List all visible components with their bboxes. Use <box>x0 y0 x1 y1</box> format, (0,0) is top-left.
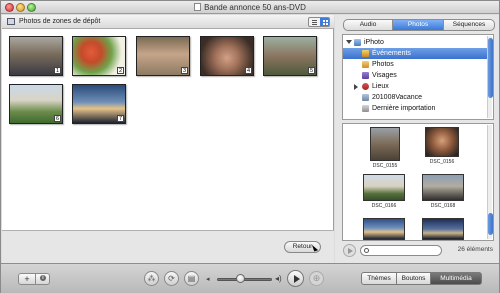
source-item-label: Événements <box>372 50 411 57</box>
drop-zone-photo[interactable]: 2 <box>72 36 126 76</box>
media-label: DSC_0166 <box>371 203 397 209</box>
drop-zone-photo[interactable]: 4 <box>200 36 254 76</box>
tab-themes[interactable]: Thèmes <box>361 272 397 285</box>
source-item-event[interactable]: 201008Vacance <box>343 92 489 103</box>
source-item-photos[interactable]: Photos <box>343 59 489 70</box>
drop-zone-photo[interactable]: 1 <box>9 36 63 76</box>
last-import-icon <box>362 105 369 112</box>
drop-zone-number: 7 <box>117 115 124 122</box>
drop-zone-photo[interactable]: 5 <box>263 36 317 76</box>
tab-buttons[interactable]: Boutons <box>396 272 431 285</box>
preview-play-button[interactable] <box>343 244 356 257</box>
source-item-events[interactable]: Événements <box>343 48 489 59</box>
media-thumbnail[interactable] <box>363 218 405 240</box>
places-icon <box>362 83 369 90</box>
media-thumbnail[interactable] <box>422 174 464 201</box>
source-item-label: Lieux <box>372 83 389 90</box>
window-title: Bande annonce 50 ans-DVD <box>204 3 306 12</box>
info-button[interactable] <box>35 273 50 285</box>
source-item-last-import[interactable]: Dernière importation <box>343 103 489 114</box>
event-icon <box>362 94 369 101</box>
media-label: DSC_0156 <box>429 159 455 165</box>
view-toggle[interactable] <box>308 17 330 27</box>
disclosure-triangle-icon[interactable] <box>354 84 358 90</box>
photos-icon <box>362 61 369 68</box>
media-thumbnail[interactable] <box>363 174 405 201</box>
media-label: DSC_0155 <box>372 163 398 169</box>
grid-view-icon[interactable] <box>320 18 329 26</box>
volume-low-icon: ◂ <box>206 276 210 283</box>
media-thumbnail[interactable] <box>422 218 464 240</box>
volume-slider-knob[interactable] <box>236 274 245 283</box>
media-icon[interactable]: ▤ <box>184 271 199 286</box>
volume-high-icon: ◂) <box>275 274 282 283</box>
window-title-area: Bande annonce 50 ans-DVD <box>1 3 499 12</box>
search-icon <box>364 248 369 253</box>
drop-zone-number: 5 <box>308 67 315 74</box>
source-item-places[interactable]: Lieux <box>343 81 489 92</box>
drop-zone-number: 3 <box>181 67 188 74</box>
drop-zone-icon <box>7 18 15 25</box>
bottom-toolbar: + ⁂ ⟳ ▤ ◂ ◂) ⊕ Thèmes Boutons Multimédia <box>1 263 499 293</box>
list-view-icon[interactable] <box>309 18 320 26</box>
document-icon <box>194 3 202 11</box>
media-browser: Audio Photos Séquences iPhoto Événements… <box>335 15 499 263</box>
fullscreen-icon[interactable]: ⊕ <box>309 271 324 286</box>
source-item-faces[interactable]: Visages <box>343 70 489 81</box>
iphoto-icon <box>354 39 361 46</box>
loop-icon[interactable]: ⟳ <box>164 271 179 286</box>
drop-zone-title: Photos de zones de dépôt <box>19 18 101 25</box>
drop-zone-pane: Photos de zones de dépôt 1 2 3 4 5 6 7 <box>2 15 334 263</box>
tab-sequences[interactable]: Séquences <box>443 19 495 31</box>
media-label: DSC_0168 <box>430 203 456 209</box>
tab-multimedia[interactable]: Multimédia <box>430 272 482 285</box>
title-bar: Bande annonce 50 ans-DVD <box>1 1 499 14</box>
search-field[interactable] <box>360 245 442 256</box>
drop-zone-photo[interactable]: 7 <box>72 84 126 124</box>
source-item-label: iPhoto <box>364 39 384 46</box>
media-thumbnail[interactable] <box>370 127 400 161</box>
map-icon[interactable]: ⁂ <box>144 271 159 286</box>
source-item-label: 201008Vacance <box>372 94 423 101</box>
drop-zone-photo[interactable]: 6 <box>9 84 63 124</box>
drop-zone-header: Photos de zones de dépôt <box>2 15 334 29</box>
media-thumbnail[interactable] <box>425 127 459 157</box>
drop-zone-number: 4 <box>245 67 252 74</box>
drop-zone-photo[interactable]: 3 <box>136 36 190 76</box>
media-grid-scrollbar[interactable] <box>487 125 493 239</box>
disclosure-triangle-icon[interactable] <box>346 40 352 44</box>
source-item-label: Visages <box>372 72 397 79</box>
drop-zone-number: 6 <box>54 115 61 122</box>
source-item-iphoto[interactable]: iPhoto <box>343 37 489 48</box>
source-list-scrollbar[interactable] <box>487 36 493 118</box>
source-item-label: Photos <box>372 61 394 68</box>
source-item-label: Dernière importation <box>372 105 436 112</box>
drop-zone-number: 2 <box>117 67 124 74</box>
tab-photos[interactable]: Photos <box>392 19 444 31</box>
source-list: iPhoto Événements Photos Visages Lieux 2… <box>342 34 494 120</box>
faces-icon <box>362 72 369 79</box>
drop-zone-number: 1 <box>54 67 61 74</box>
tab-audio[interactable]: Audio <box>343 19 393 31</box>
play-button[interactable] <box>287 270 304 287</box>
events-icon <box>362 50 369 57</box>
item-count: 26 éléments <box>457 246 493 253</box>
add-button[interactable]: + <box>18 273 36 285</box>
app-window: Bande annonce 50 ans-DVD Photos de zones… <box>0 0 500 293</box>
media-grid: DSC_0155 DSC_0156 DSC_0166 DSC_0168 <box>342 123 494 241</box>
